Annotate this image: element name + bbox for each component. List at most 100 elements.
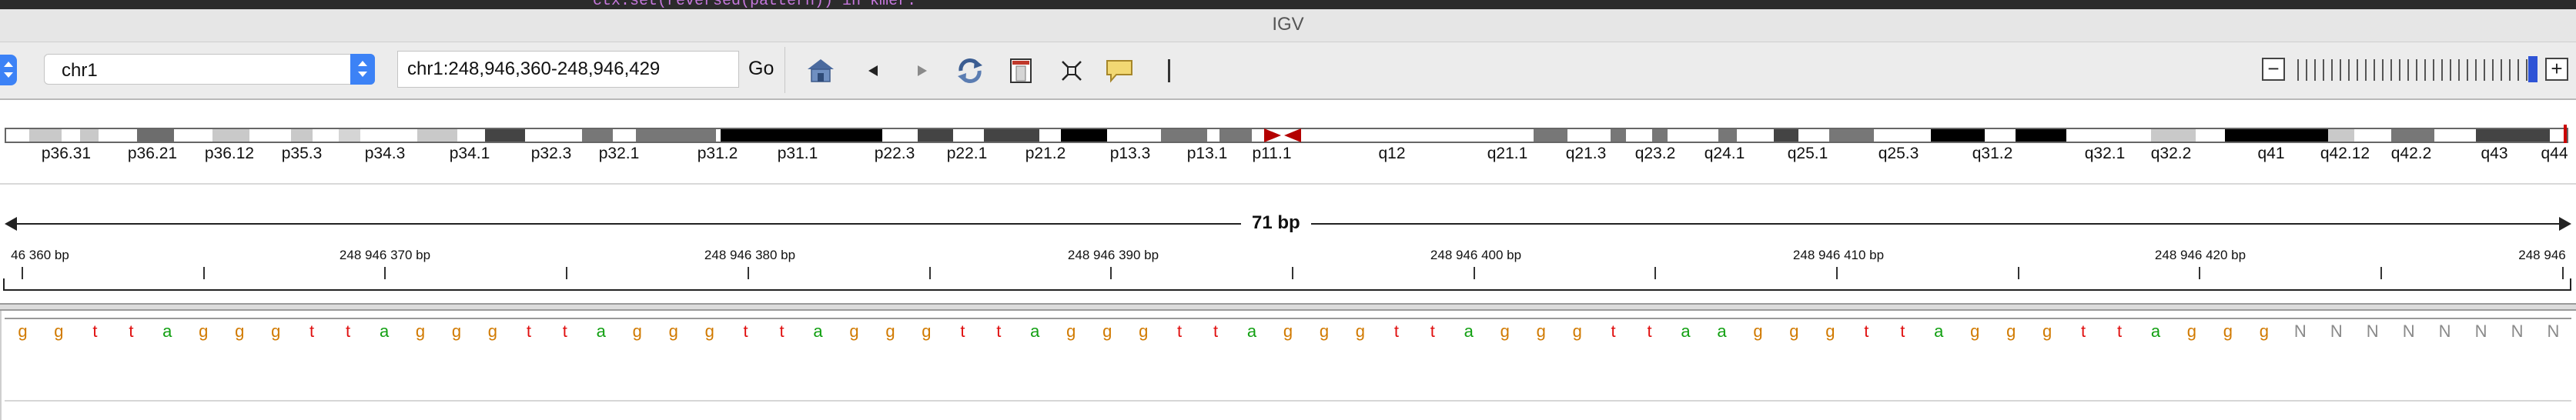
ruler-tick-label: 248 946 420 bp [2154,248,2246,262]
ideogram-band [80,129,99,142]
window-title: IGV [1272,14,1304,35]
ideogram-band-label: q21.1 [1487,145,1528,162]
ideogram-band-label: q32.2 [2150,145,2192,162]
sequence-base: t [960,322,965,341]
ruler-edge-left [3,278,5,291]
ideogram-band [2391,129,2434,142]
panel-divider[interactable] [0,303,2576,311]
ideogram-band [2225,129,2328,142]
sequence-base: g [487,322,498,341]
ideogram-band [212,129,249,142]
sequence-base: g [1572,322,1582,341]
ruler-tick-label: 248 946 400 bp [1430,248,1522,262]
ideogram-band [417,129,457,142]
sequence-base: t [309,322,315,341]
igv-window: ctx.set(reversed(pattern)) in kmer: IGV … [0,0,2576,420]
ideogram-band-label: p32.3 [530,145,572,162]
genome-dropdown-stepper[interactable] [0,55,17,85]
ruler-tick [22,267,23,279]
ideogram-band-label: p32.1 [598,145,640,162]
sequence-base: g [2042,322,2052,341]
ideogram-band [1061,129,1107,142]
sequence-base: t [92,322,98,341]
title-bar: IGV [0,9,2576,42]
sequence-base: g [1825,322,1835,341]
chromosome-value: chr1 [62,60,98,81]
zoom-slider-thumb[interactable] [2528,56,2538,82]
ideogram-band [1161,129,1207,142]
sequence-base: g [1753,322,1763,341]
ideogram-band-label: p31.2 [697,145,738,162]
ruler-tick-label: 248 946 [2518,248,2566,262]
ideogram-band [1718,129,1737,142]
forward-arrow-icon[interactable] [907,56,938,85]
ideogram-band [721,129,882,142]
sequence-base: t [743,322,748,341]
sequence-track-top-line [5,318,2571,319]
ideogram-band-label: p31.1 [777,145,818,162]
resize-to-window-icon[interactable] [1056,56,1087,85]
sequence-base: g [1102,322,1112,341]
zoom-in-button[interactable]: + [2545,58,2568,81]
ideogram-band-label: q43 [2481,145,2508,162]
chromosome-stepper-icon[interactable] [350,54,375,85]
ruler-tick [1473,267,1475,279]
ruler-tick [566,267,568,279]
ruler-edge-right [2570,278,2571,291]
ideogram-band-label: q12 [1378,145,1406,162]
go-button[interactable]: Go [748,58,774,80]
ruler-tick [1110,267,1112,279]
chromosome-select[interactable]: chr1 [44,54,375,85]
popup-info-icon[interactable] [1104,56,1135,85]
ideogram-band [918,129,953,142]
centromere-marker [1264,128,1301,142]
refresh-icon[interactable] [955,56,985,85]
sequence-base: g [2223,322,2233,341]
sequence-base: g [18,322,28,341]
sequence-base: g [1283,322,1293,341]
sequence-base: a [1934,322,1944,341]
toolbar: chr1 Go [0,42,2576,100]
sequence-base: t [1393,322,1399,341]
zoom-slider-track[interactable] [2297,59,2536,81]
ideogram-band-label: p34.1 [449,145,490,162]
ideogram-band-label: p36.31 [41,145,92,162]
ideogram-band [636,129,716,142]
ruler-toggle-icon[interactable] [1153,56,1184,85]
sequence-base: a [1681,322,1691,341]
sequence-base: g [1970,322,1980,341]
sequence-base: g [922,322,932,341]
region-of-interest-icon[interactable] [1005,56,1036,85]
sequence-base: N [2474,322,2487,341]
sequence-base: t [2081,322,2086,341]
sequence-base: N [2402,322,2415,341]
ideogram-band [1611,129,1626,142]
span-arrow-left-icon [5,217,17,231]
sequence-base: N [2366,322,2379,341]
ideogram-band-label: q42.2 [2390,145,2432,162]
ideogram-band-label: p36.21 [127,145,178,162]
sequence-base: N [2330,322,2343,341]
sequence-base: t [129,322,134,341]
ideogram-band-label: q32.1 [2084,145,2126,162]
sequence-base: t [2116,322,2123,341]
sequence-base: g [1536,322,1546,341]
ideogram-band-label: q25.1 [1787,145,1828,162]
sequence-base: g [235,322,245,341]
ideogram-band-label: q24.1 [1704,145,1745,162]
ideogram-band [1534,129,1567,142]
ruler-tick [2199,267,2201,279]
ideogram-band [1219,129,1252,142]
sequence-base: g [704,322,714,341]
sequence-base: a [1030,322,1040,341]
locus-input[interactable] [397,51,739,88]
chromosome-ideogram-panel[interactable]: p36.31 p36.21 p36.12 p35.3 p34.3 p34.1 p32.3 p3… [0,100,2576,183]
ideogram-band-label: p21.2 [1025,145,1066,162]
home-icon[interactable] [805,56,836,85]
sequence-base: g [1500,322,1510,341]
ideogram-band [984,129,1039,142]
ideogram-band [2016,129,2066,142]
back-arrow-icon[interactable] [858,56,888,85]
zoom-out-button[interactable]: − [2262,58,2285,81]
ruler-tick-label: 248 946 410 bp [1792,248,1885,262]
